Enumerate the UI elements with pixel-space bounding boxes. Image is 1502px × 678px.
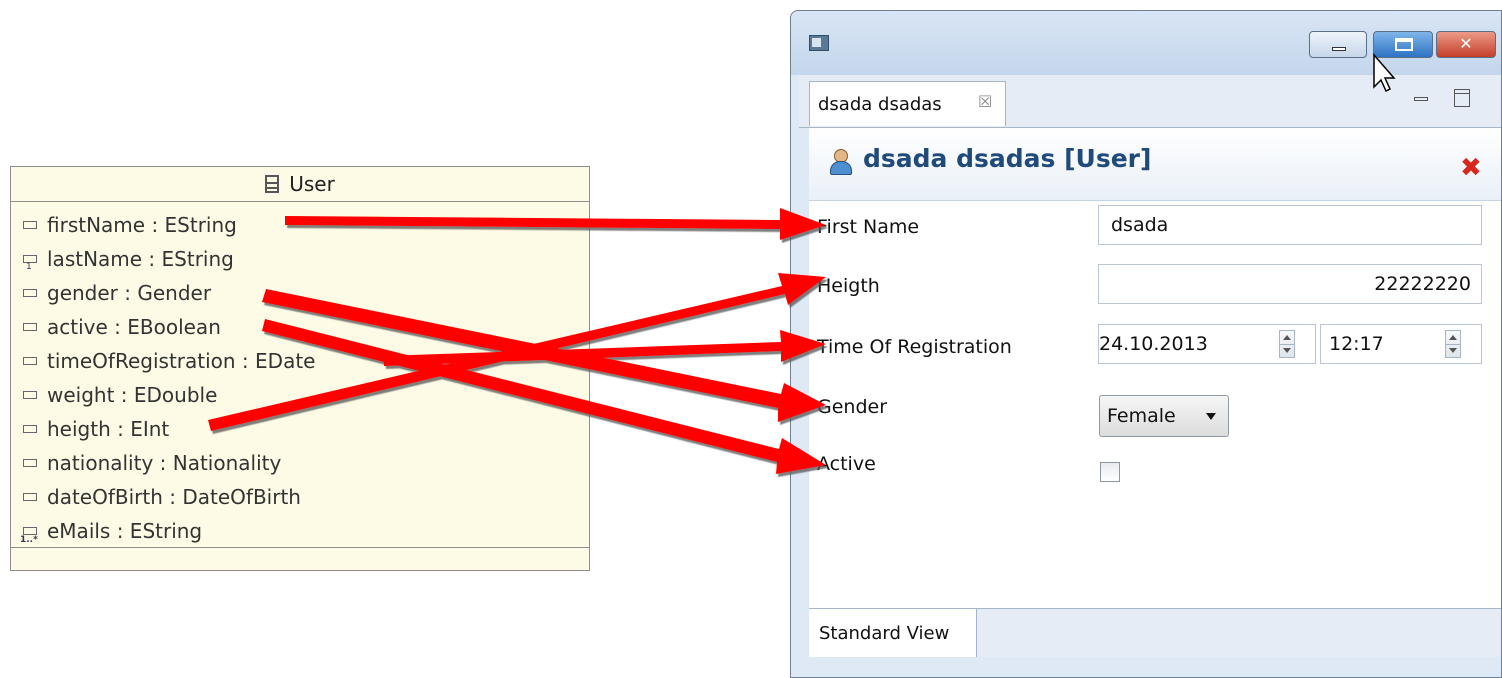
mouse-cursor-icon — [1373, 52, 1396, 93]
